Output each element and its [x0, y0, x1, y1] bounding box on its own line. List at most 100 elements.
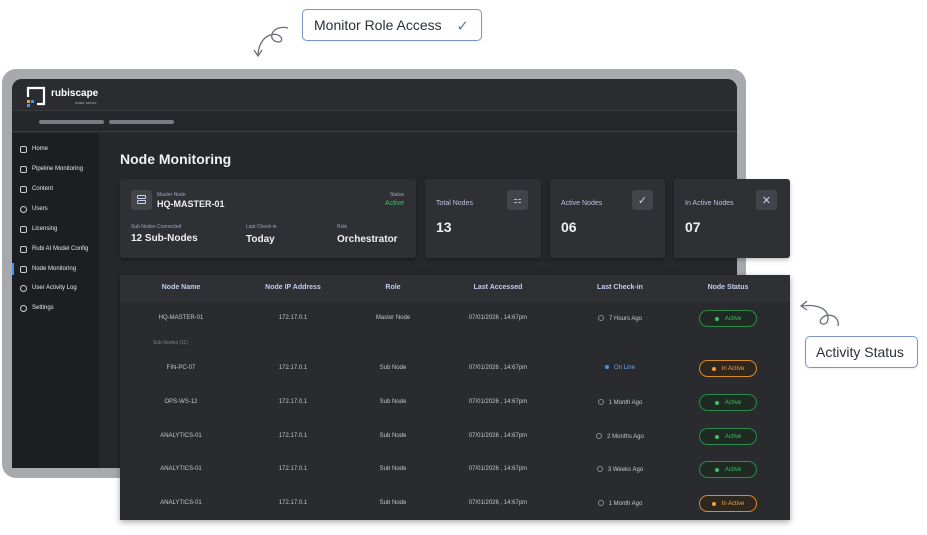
status-badge[interactable]: Active	[699, 310, 757, 327]
total-nodes-card[interactable]: Total Nodes 13 ⚏	[425, 179, 541, 258]
stat-value: 13	[436, 219, 452, 235]
stat-value: 07	[685, 219, 701, 235]
node-role: Sub Node	[379, 365, 407, 371]
table-header: Node Name Node IP Address Role Last Acce…	[120, 275, 790, 302]
node-role: Sub Node	[379, 433, 407, 439]
node-name: ANALYTICS-01	[160, 466, 202, 472]
last-accessed: 07/01/2026 , 14:67pm	[468, 365, 528, 371]
clock-icon	[596, 433, 603, 439]
brand-name: rubiscape	[51, 88, 99, 99]
master-node-label: Master Node	[157, 192, 186, 198]
last-accessed: 07/01/2026 , 14:67pm	[468, 466, 528, 472]
column-header[interactable]: Last Check-in	[575, 284, 665, 291]
role-value: Orchestrator	[337, 234, 398, 245]
column-header[interactable]: Node IP Address	[248, 284, 338, 291]
sidebar-item-content[interactable]: Content	[12, 181, 99, 197]
clock-icon	[596, 466, 603, 472]
activity-status-callout: Activity Status	[805, 336, 918, 368]
sidebar-item-label: Licensing	[32, 226, 58, 232]
activity-log-icon	[20, 284, 27, 292]
sidebar-item-licensing[interactable]: Licensing	[12, 221, 99, 237]
sidebar-item-label: Pipeline Monitoring	[32, 166, 84, 172]
sub-nodes-count: Sub-Nodes (11)	[153, 340, 188, 346]
node-table: Node Name Node IP Address Role Last Acce…	[120, 275, 790, 520]
last-checkin-value: Today	[246, 234, 275, 245]
last-checkin: 1 Month Ago	[575, 500, 665, 507]
column-header[interactable]: Node Status	[683, 284, 773, 291]
inactive-nodes-card[interactable]: In Active Nodes 07 ✕	[674, 179, 790, 258]
node-ip: 172.17.0.1	[278, 315, 308, 321]
sidebar-item-rubi-ai-model-config[interactable]: Rubi AI Model Config	[12, 241, 99, 257]
check-icon: ✓	[456, 18, 469, 35]
node-ip: 172.17.0.1	[278, 399, 308, 405]
sidebar-item-label: Rubi AI Model Config	[32, 246, 89, 252]
stat-value: 06	[561, 219, 577, 235]
table-row[interactable]: ANALYTICS-01 172.17.0.1 Sub Node 07/01/2…	[120, 422, 790, 452]
sidebar-item-label: User Activity Log	[32, 285, 77, 291]
close-icon: ✕	[756, 190, 777, 210]
content-icon	[20, 185, 27, 193]
column-header[interactable]: Role	[353, 284, 433, 291]
last-checkin: 7 Hours Ago	[575, 315, 665, 322]
active-nodes-card[interactable]: Active Nodes 06 ✓	[550, 179, 665, 258]
node-role: Sub Node	[379, 500, 407, 506]
home-icon	[20, 145, 27, 153]
sidebar-item-home[interactable]: Home	[12, 141, 99, 157]
node-ip: 172.17.0.1	[278, 433, 308, 439]
status-badge[interactable]: Active	[699, 428, 757, 445]
model-config-icon	[20, 245, 27, 253]
stat-title: Active Nodes	[561, 200, 603, 207]
curved-arrow-icon	[253, 26, 289, 58]
last-accessed: 07/01/2026 , 14:67pm	[468, 500, 528, 506]
sidebar-item-users[interactable]: Users	[12, 201, 99, 217]
last-accessed: 07/01/2026 , 14:67pm	[468, 433, 528, 439]
sidebar-item-settings[interactable]: Settings	[12, 300, 99, 316]
node-role: Master Node	[375, 315, 411, 321]
tab-placeholder[interactable]	[109, 120, 174, 124]
node-name: OPS-WS-12	[164, 399, 198, 405]
nodes-grid-icon: ⚏	[507, 190, 528, 210]
license-icon	[20, 225, 27, 233]
sidebar-item-label: Home	[32, 146, 49, 152]
node-ip: 172.17.0.1	[278, 500, 308, 506]
node-name: FIN-PC-07	[166, 365, 196, 371]
gear-icon	[20, 304, 27, 312]
status-badge[interactable]: In Active	[699, 495, 757, 512]
table-row[interactable]: ANALYTICS-01 172.17.0.1 Sub Node 07/01/2…	[120, 489, 790, 519]
sidebar-item-label: Users	[32, 206, 48, 212]
master-node-card[interactable]: Master Node HQ-MASTER-01 Status Active S…	[120, 179, 416, 258]
rubiscape-logo-icon	[26, 86, 46, 107]
clock-icon	[597, 315, 604, 321]
sidebar-item-user-activity-log[interactable]: User Activity Log	[12, 280, 99, 296]
last-checkin: On Line	[575, 365, 665, 371]
sidebar-item-label: Node Monitoring	[32, 266, 77, 272]
last-checkin: 1 Month Ago	[575, 399, 665, 406]
last-checkin: 2 Months Ago	[575, 433, 665, 440]
node-role: Sub Node	[379, 399, 407, 405]
sub-nodes-value: 12 Sub-Nodes	[131, 233, 198, 244]
check-icon: ✓	[632, 190, 653, 210]
table-row[interactable]: HQ-MASTER-01 172.17.0.1 Master Node 07/0…	[120, 304, 790, 334]
sidebar-item-pipeline-monitoring[interactable]: Pipeline Monitoring	[12, 161, 99, 177]
tab-placeholder[interactable]	[39, 120, 104, 124]
status-label: Status	[389, 192, 404, 198]
status-badge[interactable]: In Active	[699, 360, 757, 377]
table-row[interactable]: ANALYTICS-01 172.17.0.1 Sub Node 07/01/2…	[120, 455, 790, 485]
callout-label: Monitor Role Access	[314, 17, 442, 33]
sidebar-item-label: Settings	[32, 305, 54, 311]
sidebar-item-node-monitoring[interactable]: Node Monitoring	[12, 261, 99, 277]
monitor-role-access-callout: Monitor Role Access ✓	[302, 9, 482, 41]
table-row[interactable]: FIN-PC-07 172.17.0.1 Sub Node 07/01/2026…	[120, 354, 790, 384]
status-badge[interactable]: Active	[699, 394, 757, 411]
column-header[interactable]: Last Accessed	[453, 284, 543, 291]
last-checkin: 3 Weeks Ago	[575, 466, 665, 473]
table-row[interactable]: OPS-WS-12 172.17.0.1 Sub Node 07/01/2026…	[120, 388, 790, 418]
brand-tagline: make sense	[75, 100, 97, 105]
column-header[interactable]: Node Name	[140, 284, 222, 291]
server-icon	[131, 190, 152, 210]
sidebar-item-label: Content	[32, 186, 54, 192]
stat-title: Total Nodes	[436, 200, 473, 207]
status-badge[interactable]: Active	[699, 461, 757, 478]
pipeline-icon	[20, 165, 27, 173]
users-icon	[20, 205, 27, 213]
